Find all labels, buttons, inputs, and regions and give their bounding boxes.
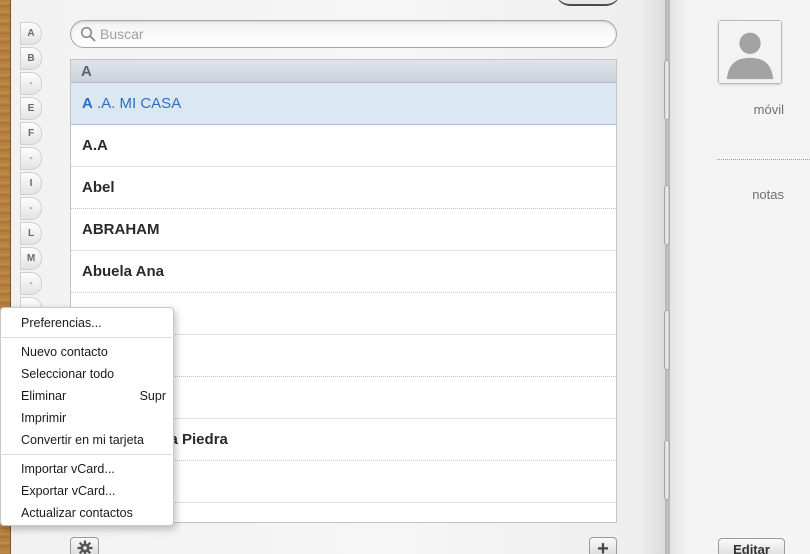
contact-row[interactable]: A.A [71,125,616,167]
alphabet-index-item[interactable]: L [20,222,42,245]
menu-item[interactable]: Importar vCard... [1,458,173,480]
edit-button[interactable]: Editar [718,538,785,554]
menu-item[interactable]: Eliminar Supr [1,385,173,407]
alphabet-index-item[interactable]: I [20,172,42,195]
menu-separator [2,337,172,338]
search-input[interactable] [100,24,600,44]
alphabet-index-item[interactable]: A [20,22,42,45]
contact-name: .A. MI CASA [92,95,182,112]
menu-item-label: Importar vCard... [21,462,115,476]
menu-item-label: Actualizar contactos [21,506,133,520]
menu-item[interactable]: Imprimir [1,407,173,429]
menu-item-label: Eliminar [21,389,67,403]
menu-item[interactable]: Nuevo contacto [1,341,173,363]
alphabet-index-item[interactable]: M [20,247,42,270]
contact-row[interactable]: Abel [71,167,616,209]
settings-button[interactable] [70,537,99,554]
alphabet-index-item[interactable]: B [20,47,42,70]
alphabet-index-item[interactable]: • [20,147,42,170]
menu-item-label: Exportar vCard... [21,484,116,498]
notes-label: notas [752,187,784,202]
menu-item-label: Seleccionar todo [21,367,115,381]
menu-item-label: Imprimir [21,411,67,425]
menu-item[interactable]: Convertir en mi tarjeta [1,429,173,451]
contact-row[interactable]: Abuela Ana [71,251,616,293]
contact-avatar[interactable] [718,20,782,84]
menu-item-shortcut: Supr [139,389,166,403]
add-contact-button[interactable]: + [589,537,617,554]
field-divider [717,159,810,160]
search-icon [80,26,96,42]
gear-icon [77,540,93,554]
search-box[interactable] [70,20,617,48]
page-shadow [640,0,666,554]
menu-item[interactable]: Preferencias... [1,312,173,334]
menu-item[interactable]: Actualizar contactos [1,502,173,524]
alphabet-index-item[interactable]: • [20,272,42,295]
contact-row-selected[interactable]: A .A. MI CASA [71,83,616,125]
contact-initial: A [82,95,93,112]
alphabet-index-item[interactable]: • [20,197,42,220]
menu-item[interactable]: Exportar vCard... [1,480,173,502]
mobile-label: móvil [753,102,784,117]
alphabet-index-item[interactable]: • [20,72,42,95]
person-silhouette-icon [719,21,781,83]
menu-item[interactable]: Seleccionar todo [1,363,173,385]
menu-item-label: Preferencias... [21,316,102,330]
top-notch [556,0,620,6]
menu-item-label: Nuevo contacto [21,345,108,359]
alphabet-index[interactable]: AB•EF•I•LM•• [20,22,42,322]
alphabet-index-item[interactable]: F [20,122,42,145]
menu-item-label: Convertir en mi tarjeta [21,433,144,447]
contact-row[interactable]: ABRAHAM [71,209,616,251]
alphabet-index-item[interactable]: E [20,97,42,120]
section-header: A [71,60,616,83]
menu-separator [2,454,172,455]
settings-context-menu[interactable]: Preferencias... Nuevo contacto Seleccionar… [0,307,174,526]
